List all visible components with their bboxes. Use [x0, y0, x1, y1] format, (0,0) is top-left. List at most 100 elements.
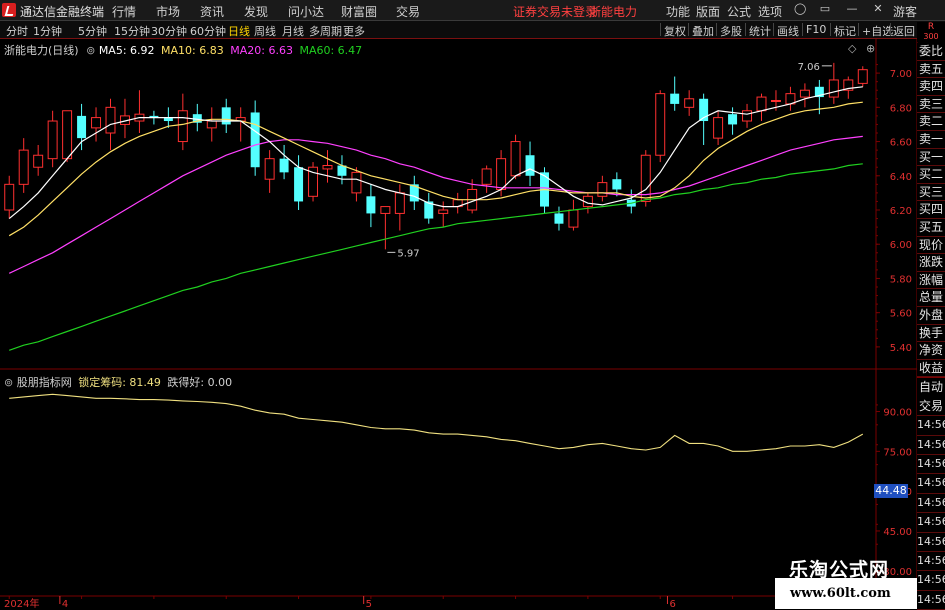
y-tick-label: 7.00 [890, 69, 912, 80]
candle-body-up [206, 120, 217, 129]
candle-body-down [77, 115, 87, 139]
ma10-label: MA10: 6.83 [161, 44, 224, 57]
main-panel-label: 浙能电力(日线) ⊚ MA5: 6.92 MA10: 6.83 MA20: 6.… [4, 42, 362, 58]
side-item[interactable]: 14:56 [917, 474, 945, 494]
expand-icon[interactable]: ⊕ [866, 42, 875, 55]
side-item[interactable]: 卖二 [917, 113, 945, 131]
side-item[interactable]: 14:56 [917, 532, 945, 552]
candle-body-down [728, 114, 738, 125]
candle-body-down [221, 107, 231, 125]
stock-period-label: 浙能电力(日线) [4, 44, 79, 57]
stock-chart[interactable]: 7.00 6.80 6.60 6.40 6.20 6.00 5.80 5.60 5.40 90.0… [0, 0, 945, 609]
candle-body-down [366, 196, 376, 214]
candle-body-up [568, 209, 579, 228]
side-item[interactable]: 买一 [917, 148, 945, 167]
locked-chips-line [9, 393, 864, 452]
y-tick-label: 5.80 [890, 274, 912, 285]
y-tick-label: 6.40 [890, 172, 912, 183]
side-item[interactable]: 买二 [917, 166, 945, 184]
y-tick-label: 5.60 [890, 309, 912, 320]
candle-body-up [105, 106, 116, 134]
candle-body-up [322, 165, 333, 170]
indicator-source-label: 股朋指标网 [16, 376, 72, 389]
y-tick-label: 6.80 [890, 103, 912, 114]
side-item[interactable]: 买三 [917, 183, 945, 202]
diamond-icon[interactable]: ◇ [848, 42, 856, 55]
side-item[interactable]: 买四 [917, 201, 945, 219]
ma5-label: MA5: 6.92 [98, 44, 155, 57]
ma60-label: MA60: 6.47 [299, 44, 363, 57]
high-annotation: 7.06 [798, 62, 820, 73]
side-item[interactable]: 换手 [917, 324, 945, 343]
candle-body-up [857, 69, 868, 84]
side-item[interactable]: 14:56 [917, 571, 945, 591]
side-item[interactable]: 净资 [917, 342, 945, 360]
ma-settings-icon[interactable]: ⊚ [86, 44, 95, 57]
side-item[interactable]: 买五 [917, 219, 945, 237]
candle-body-up [91, 117, 102, 129]
sub-panel-label: ⊚ 股朋指标网 锁定筹码: 81.49 跌得好: 0.00 [4, 374, 232, 390]
side-item[interactable]: 14:56 [917, 435, 945, 455]
side-item[interactable]: 涨幅 [917, 271, 945, 290]
sub-y-tick-label: 90.00 [883, 408, 912, 419]
side-item[interactable]: 卖三 [917, 95, 945, 114]
side-item[interactable]: 卖五 [917, 60, 945, 79]
side-item[interactable]: 14:56 [917, 552, 945, 572]
y-tick-label: 6.20 [890, 206, 912, 217]
candle-body-up [597, 182, 608, 197]
y-tick-label: 6.60 [890, 138, 912, 149]
candle-body-up [264, 158, 275, 180]
side-item[interactable]: 14:56 [917, 455, 945, 475]
candle-body-down [250, 112, 260, 168]
candle-body-up [756, 96, 767, 112]
current-value-tag: 44.48 [874, 484, 908, 498]
candle-body-up [713, 117, 724, 139]
candle-body-up [770, 99, 781, 102]
side-item[interactable]: 14:56 [917, 513, 945, 533]
candle-body-up [47, 120, 58, 160]
y-tick-label: 5.40 [890, 343, 912, 354]
side-item[interactable]: 总量 [917, 289, 945, 307]
side-item[interactable]: 交易 [917, 396, 945, 417]
candle-body-up [481, 168, 492, 185]
side-item[interactable]: 卖一 [917, 131, 945, 149]
side-item[interactable]: 自动 [917, 377, 945, 398]
ma60-line [9, 163, 863, 351]
side-item[interactable]: 收益 [917, 359, 945, 378]
candle-body-up [4, 183, 15, 211]
right-column-header: R 300 [917, 22, 945, 42]
indicator-settings-icon[interactable]: ⊚ [4, 376, 13, 389]
candle-body-down [525, 155, 535, 176]
y-tick-label: 6.00 [890, 240, 912, 251]
x-month-label: 5 [366, 599, 372, 609]
candle-body-up [742, 110, 753, 122]
candle-body-up [394, 192, 405, 214]
locked-chips-label: 锁定筹码: 81.49 [78, 376, 161, 389]
candle-body-up [18, 149, 29, 185]
x-month-label: 4 [62, 599, 68, 609]
side-item[interactable]: 卖四 [917, 78, 945, 96]
candle-body-up [684, 98, 695, 108]
candle-body-up [799, 89, 810, 98]
candle-body-down [612, 179, 622, 190]
candle-body-up [380, 206, 391, 214]
watermark-url: www.60lt.com [790, 586, 891, 601]
x-month-label: 6 [669, 599, 675, 609]
side-item[interactable]: 14:56 [917, 493, 945, 514]
candle-body-up [828, 79, 839, 98]
side-item[interactable]: 委比 [917, 43, 945, 61]
panel-tools: ◇ ⊕ [848, 42, 875, 55]
side-item[interactable]: 14:56 [917, 590, 945, 610]
candle-body-down [554, 213, 564, 224]
side-item[interactable]: 现价 [917, 236, 945, 255]
candle-body-up [438, 209, 449, 214]
candle-body-up [62, 110, 73, 160]
candle-body-up [510, 141, 521, 177]
candle-body-up [351, 171, 362, 194]
ma5-line [8, 86, 863, 220]
side-item[interactable]: 外盘 [917, 307, 945, 325]
candle-body-down [279, 158, 289, 173]
side-item[interactable]: 14:56 [917, 416, 945, 436]
side-item[interactable]: 涨跌 [917, 254, 945, 272]
sub-y-tick-label: 75.00 [883, 447, 912, 458]
